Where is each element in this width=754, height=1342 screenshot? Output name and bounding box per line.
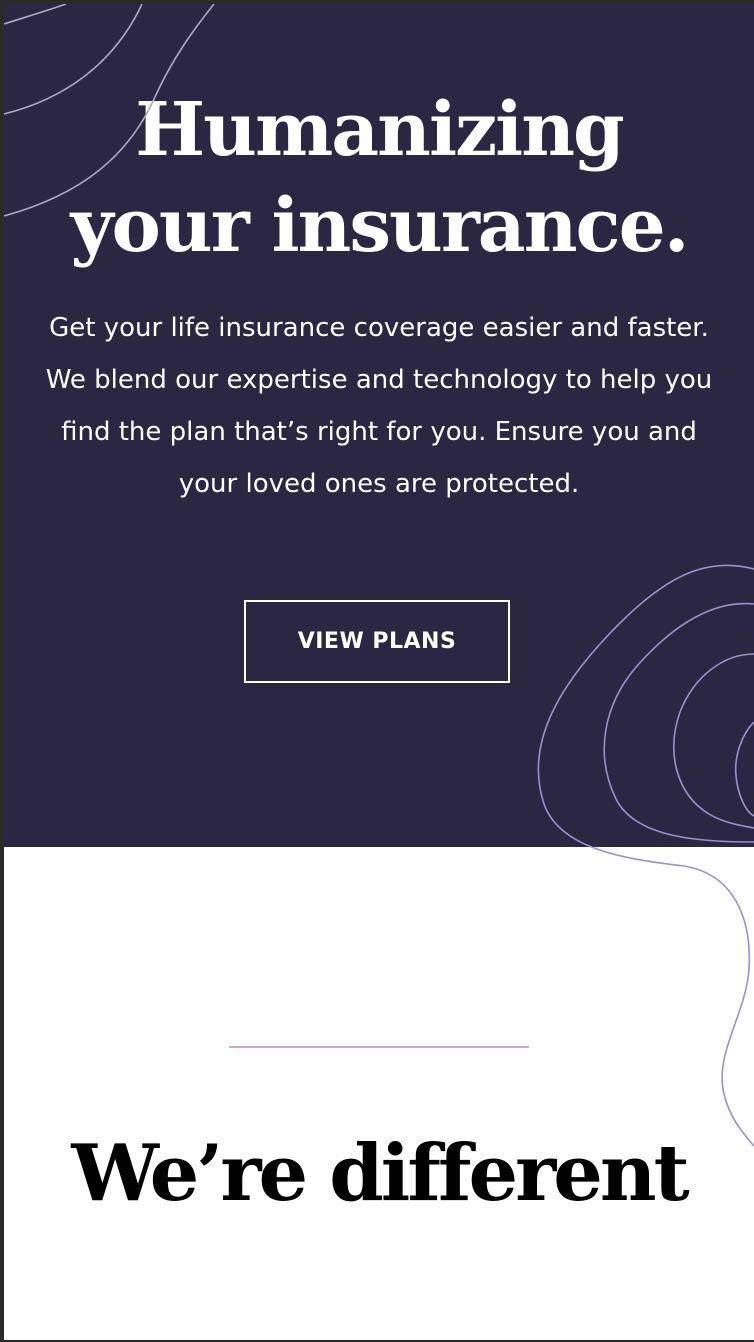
view-plans-button[interactable]: VIEW PLANS [244, 600, 510, 683]
section-title: We’re different [71, 1128, 689, 1219]
section-divider [229, 1046, 529, 1048]
hero-title-line-1: Humanizing [135, 87, 625, 173]
hero-title: Humanizing your insurance. [4, 82, 754, 274]
hero-title-line-2: your insurance. [70, 183, 690, 269]
hero-section: Humanizing your insurance. Get your life… [4, 4, 754, 847]
hero-description: Get your life insurance coverage easier … [45, 313, 713, 499]
page-frame: Humanizing your insurance. Get your life… [4, 4, 754, 1340]
